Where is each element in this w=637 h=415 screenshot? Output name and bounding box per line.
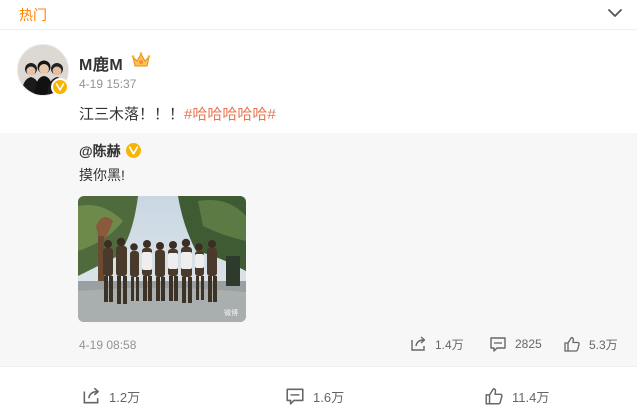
verified-badge-icon xyxy=(126,143,141,158)
comment-icon xyxy=(286,388,304,405)
original-share-button[interactable]: 1.4万 xyxy=(409,334,464,354)
post-time[interactable]: 4-19 15:37 xyxy=(79,77,136,91)
share-count: 1.2万 xyxy=(109,389,141,405)
thumbs-up-icon xyxy=(485,388,503,405)
like-count: 11.4万 xyxy=(512,389,550,405)
section-label: 热门 xyxy=(19,7,47,23)
original-share-count: 1.4万 xyxy=(435,337,464,352)
top-bar: 热门 xyxy=(0,0,637,30)
share-icon xyxy=(83,387,99,404)
image-watermark: 微博 xyxy=(224,310,238,317)
original-comment-count: 2825 xyxy=(515,337,542,351)
post-body: 江三木落！！！ xyxy=(79,106,185,123)
share-icon xyxy=(411,336,426,351)
verified-badge-icon xyxy=(51,78,69,96)
original-author[interactable]: @陈赫 xyxy=(79,141,121,161)
share-button[interactable]: 1.2万 xyxy=(81,386,140,406)
vip-crown-icon[interactable] xyxy=(131,51,151,69)
post-text: 江三木落！！！#哈哈哈哈哈# xyxy=(79,103,276,124)
hashtag-link[interactable]: #哈哈哈哈哈# xyxy=(184,106,276,123)
thumbs-up-icon xyxy=(564,336,580,352)
like-button[interactable]: 11.4万 xyxy=(484,386,549,406)
username[interactable]: M鹿M xyxy=(79,51,123,75)
original-post-text: 摸你黑! xyxy=(79,167,125,183)
original-like-button[interactable]: 5.3万 xyxy=(563,334,618,354)
post-image[interactable]: 微博 xyxy=(78,196,246,322)
comment-count: 1.6万 xyxy=(313,389,345,405)
chevron-down-icon[interactable] xyxy=(607,6,623,20)
original-comment-button[interactable]: 2825 xyxy=(489,334,542,354)
comment-icon xyxy=(490,337,506,352)
comment-button[interactable]: 1.6万 xyxy=(285,386,344,406)
original-like-count: 5.3万 xyxy=(589,337,618,352)
original-post-time[interactable]: 4-19 08:58 xyxy=(79,338,136,352)
